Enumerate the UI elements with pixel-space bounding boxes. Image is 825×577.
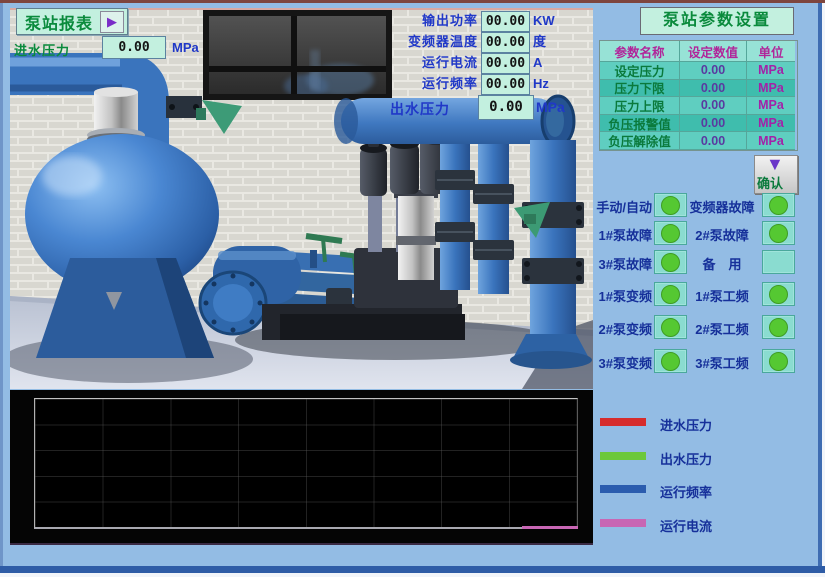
setting-row-name: 负压解除值 bbox=[600, 132, 680, 150]
confirm-button[interactable]: ▼ 确认 bbox=[754, 155, 798, 194]
frame-top-edge bbox=[0, 0, 825, 3]
vfd-temp-unit: 度 bbox=[533, 32, 546, 52]
setting-row-value[interactable]: 0.00 bbox=[680, 97, 747, 115]
outlet-pressure-value: 0.00 bbox=[478, 95, 534, 120]
led-icon bbox=[661, 318, 680, 337]
status-label-vfd-fault: 变频器故障 bbox=[684, 197, 760, 216]
legend-label-run-current: 运行电流 bbox=[660, 516, 712, 535]
led-icon bbox=[661, 253, 680, 272]
settings-table: 参数名称 设定数值 单位 设定压力 0.00 MPa 压力下限 0.00 MPa… bbox=[599, 40, 798, 151]
hmi-pump-station-screen: 泵站报表 ▶ 进水压力 0.00 MPa 输出功率 00.00 KW 变频器温度… bbox=[0, 0, 825, 577]
inlet-pressure-label: 进水压力 bbox=[14, 40, 70, 59]
run-freq-unit: Hz bbox=[533, 74, 549, 94]
status-label-manual-auto: 手动/自动 bbox=[586, 197, 652, 216]
indicator-pump3-vfd bbox=[654, 349, 687, 373]
indicator-pump3-mains bbox=[762, 349, 795, 373]
indicator-pump3-fault bbox=[654, 250, 687, 274]
indicator-pump2-fault bbox=[762, 221, 795, 245]
frame-bottom-edge bbox=[0, 566, 825, 573]
trend-chart-panel bbox=[10, 390, 593, 545]
setting-row-unit: MPa bbox=[747, 115, 795, 133]
setting-row-value[interactable]: 0.00 bbox=[680, 62, 747, 80]
led-icon bbox=[661, 224, 680, 243]
legend-swatch-run-current bbox=[600, 519, 646, 527]
indicator-pump1-mains bbox=[762, 282, 795, 306]
run-current-unit: A bbox=[533, 53, 542, 73]
inlet-pressure-value: 0.00 bbox=[102, 36, 166, 59]
led-icon bbox=[661, 196, 680, 215]
led-icon bbox=[661, 285, 680, 304]
settings-col-name: 参数名称 bbox=[600, 41, 680, 62]
play-icon: ▶ bbox=[100, 11, 124, 33]
settings-panel-title: 泵站参数设置 bbox=[640, 7, 794, 35]
report-button[interactable]: 泵站报表 ▶ bbox=[16, 8, 128, 35]
trend-plot-area bbox=[34, 398, 578, 529]
legend-swatch-inlet-pressure bbox=[600, 418, 646, 426]
setting-row-unit: MPa bbox=[747, 80, 795, 98]
led-icon bbox=[769, 224, 788, 243]
setting-row-value[interactable]: 0.00 bbox=[680, 80, 747, 98]
setting-row-name: 压力上限 bbox=[600, 97, 680, 115]
indicator-pump2-mains bbox=[762, 315, 795, 339]
indicator-pump2-vfd bbox=[654, 315, 687, 339]
outlet-pressure-unit: MPa bbox=[536, 99, 565, 115]
status-label-spare: 备 用 bbox=[684, 254, 760, 273]
led-icon bbox=[769, 196, 788, 215]
run-freq-value: 00.00 bbox=[481, 74, 530, 95]
vfd-temp-label: 变频器温度 bbox=[338, 32, 478, 52]
indicator-manual-auto bbox=[654, 193, 687, 217]
confirm-arrow-icon: ▼ bbox=[766, 154, 784, 175]
legend-label-outlet-pressure: 出水压力 bbox=[660, 449, 712, 468]
output-power-value: 00.00 bbox=[481, 11, 530, 32]
status-label-pump3-vfd: 3#泵变频 bbox=[586, 353, 652, 372]
setting-row-value[interactable]: 0.00 bbox=[680, 115, 747, 133]
run-current-value: 00.00 bbox=[481, 53, 530, 74]
run-current-trace bbox=[522, 526, 578, 529]
status-label-pump3-mains: 3#泵工频 bbox=[684, 353, 760, 372]
run-freq-label: 运行频率 bbox=[338, 74, 478, 94]
output-power-unit: KW bbox=[533, 11, 555, 31]
confirm-button-label: 确认 bbox=[757, 173, 783, 192]
status-label-pump2-fault: 2#泵故障 bbox=[684, 225, 760, 244]
legend-label-run-frequency: 运行频率 bbox=[660, 482, 712, 501]
run-current-label: 运行电流 bbox=[338, 53, 478, 73]
outlet-pressure-label: 出水压力 bbox=[390, 99, 450, 119]
led-icon bbox=[769, 318, 788, 337]
indicator-spare bbox=[762, 250, 795, 274]
led-icon bbox=[769, 285, 788, 304]
indicator-pump1-vfd bbox=[654, 282, 687, 306]
led-icon bbox=[661, 352, 680, 371]
legend-swatch-run-frequency bbox=[600, 485, 646, 493]
status-label-pump1-mains: 1#泵工频 bbox=[684, 286, 760, 305]
setting-row-name: 压力下限 bbox=[600, 80, 680, 98]
output-power-label: 输出功率 bbox=[338, 11, 478, 31]
pressure-tank bbox=[25, 134, 219, 358]
frame-bottom-outer bbox=[0, 573, 825, 577]
frame-left-edge bbox=[0, 3, 3, 573]
setting-row-value[interactable]: 0.00 bbox=[680, 132, 747, 150]
status-label-pump3-fault: 3#泵故障 bbox=[586, 254, 652, 273]
setting-row-unit: MPa bbox=[747, 62, 795, 80]
report-button-label: 泵站报表 bbox=[25, 10, 93, 34]
settings-col-value: 设定数值 bbox=[680, 41, 747, 62]
status-label-pump2-vfd: 2#泵变频 bbox=[586, 319, 652, 338]
inlet-pressure-unit: MPa bbox=[172, 40, 199, 55]
led-icon bbox=[769, 352, 788, 371]
setting-row-name: 设定压力 bbox=[600, 62, 680, 80]
legend-swatch-outlet-pressure bbox=[600, 452, 646, 460]
setting-row-name: 负压报警值 bbox=[600, 115, 680, 133]
status-label-pump1-vfd: 1#泵变频 bbox=[586, 286, 652, 305]
legend-label-inlet-pressure: 进水压力 bbox=[660, 415, 712, 434]
indicator-vfd-fault bbox=[762, 193, 795, 217]
indicator-pump1-fault bbox=[654, 221, 687, 245]
settings-col-unit: 单位 bbox=[747, 41, 795, 62]
vfd-temp-value: 00.00 bbox=[481, 32, 530, 53]
status-label-pump1-fault: 1#泵故障 bbox=[586, 225, 652, 244]
setting-row-unit: MPa bbox=[747, 132, 795, 150]
setting-row-unit: MPa bbox=[747, 97, 795, 115]
status-label-pump2-mains: 2#泵工频 bbox=[684, 319, 760, 338]
